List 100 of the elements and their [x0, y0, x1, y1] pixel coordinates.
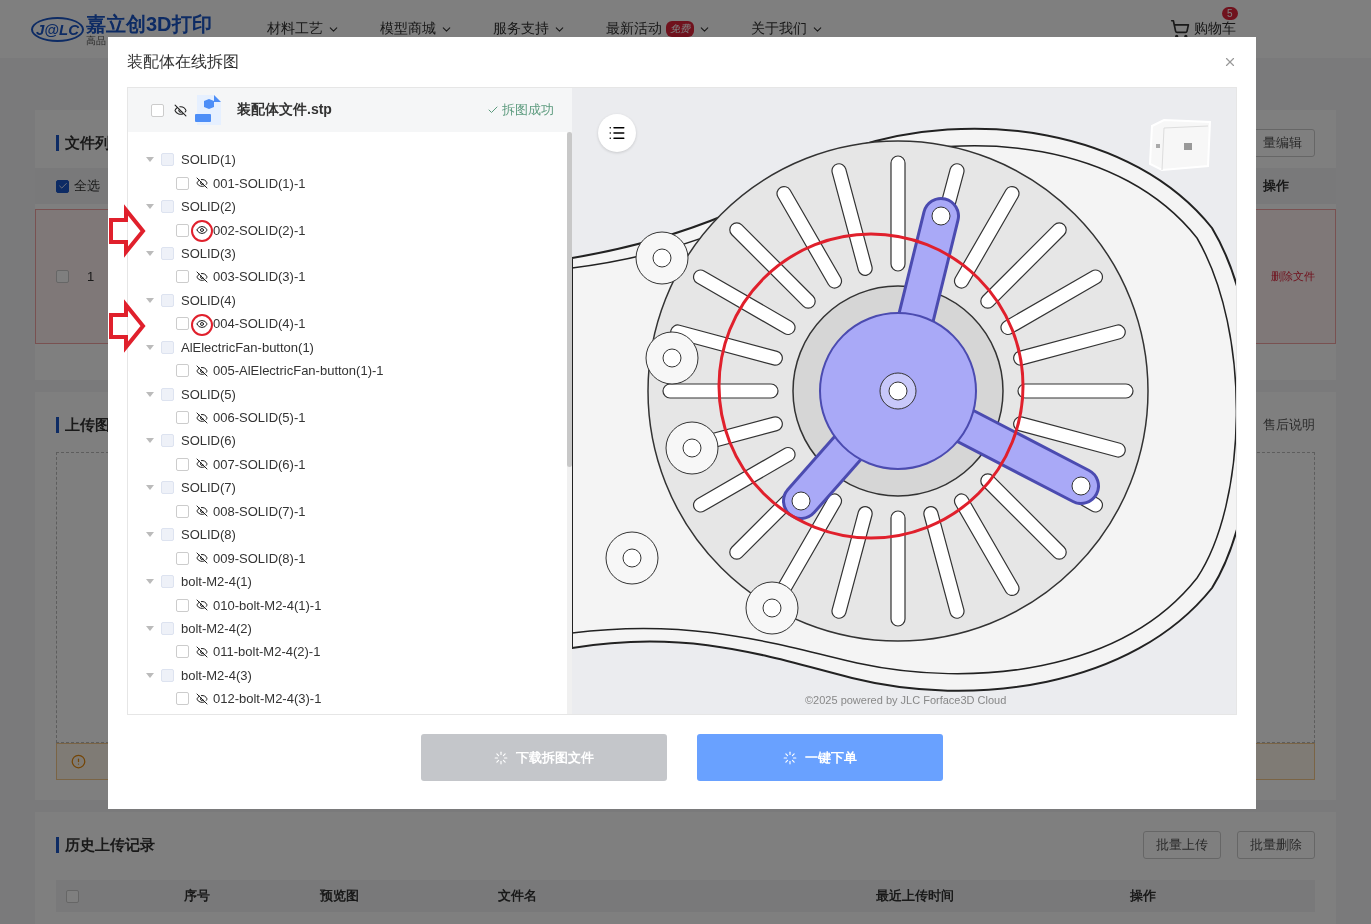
tree-group-label[interactable]: SOLID(3)	[181, 245, 236, 261]
menu-button[interactable]	[598, 114, 636, 152]
tree-group-label[interactable]: SOLID(2)	[181, 199, 236, 215]
nav-menu-item[interactable]: 模型商城	[380, 20, 453, 38]
tree-checkbox[interactable]	[176, 317, 189, 331]
warning-icon	[71, 753, 86, 769]
tree-group-label[interactable]: bolt-M2-4(3)	[181, 667, 252, 683]
nav-menu-item[interactable]: 关于我们	[751, 20, 824, 38]
tree-checkbox[interactable]	[161, 340, 174, 354]
nav-menu-item[interactable]: 服务支持	[493, 20, 566, 38]
eye-off-icon[interactable]	[196, 599, 208, 612]
tree-group-label[interactable]: bolt-M2-4(2)	[181, 620, 252, 636]
tree-checkbox[interactable]	[161, 153, 174, 167]
row-index: 1	[87, 269, 95, 284]
tree-checkbox[interactable]	[176, 551, 189, 565]
eye-off-icon[interactable]	[196, 177, 208, 190]
scrollbar-track[interactable]	[567, 132, 572, 714]
tree-checkbox[interactable]	[161, 528, 174, 542]
eye-off-icon[interactable]	[196, 505, 208, 518]
eye-off-icon[interactable]	[196, 364, 208, 377]
expand-caret-icon[interactable]	[146, 250, 154, 256]
tree-group-label[interactable]: SOLID(8)	[181, 527, 236, 543]
tree-checkbox[interactable]	[176, 176, 189, 190]
row-checkbox[interactable]	[56, 270, 69, 283]
expand-caret-icon[interactable]	[146, 344, 154, 350]
tree-checkbox[interactable]	[161, 246, 174, 260]
column-header: 操作	[1263, 177, 1289, 195]
file-name: 装配体文件.stp	[237, 101, 333, 119]
tree-item-label[interactable]: 011-bolt-M2-4(2)-1	[213, 644, 321, 660]
header-checkbox[interactable]	[66, 889, 79, 903]
tree-checkbox[interactable]	[161, 621, 174, 635]
tree-group-label[interactable]: AlElectricFan-button(1)	[181, 339, 314, 355]
tree-group-label[interactable]: SOLID(7)	[181, 480, 236, 496]
select-all-label: 全选	[74, 177, 100, 195]
tree-item-label[interactable]: 012-bolt-M2-4(3)-1	[213, 691, 322, 707]
tree-checkbox[interactable]	[161, 200, 174, 214]
expand-caret-icon[interactable]	[146, 157, 154, 163]
tree-group-label[interactable]: bolt-M2-4(1)	[181, 574, 252, 590]
column-header: 文件名	[498, 887, 538, 905]
expand-caret-icon[interactable]	[146, 297, 154, 303]
tree-checkbox[interactable]	[161, 434, 174, 448]
tree-checkbox[interactable]	[176, 457, 189, 471]
tree-checkbox[interactable]	[176, 223, 189, 237]
batch-action-button[interactable]: 批量删除	[1237, 831, 1315, 859]
tree-group-label[interactable]: SOLID(6)	[181, 433, 236, 449]
tree-checkbox[interactable]	[176, 411, 189, 425]
eye-off-icon[interactable]	[196, 692, 208, 705]
tree-item-label[interactable]: 009-SOLID(8)-1	[213, 550, 306, 566]
tree-group-label[interactable]: SOLID(4)	[181, 292, 236, 308]
expand-caret-icon[interactable]	[146, 438, 154, 444]
tree-checkbox[interactable]	[161, 293, 174, 307]
tree-checkbox[interactable]	[176, 504, 189, 518]
tree-checkbox[interactable]	[176, 692, 189, 706]
credit-text: ©2025 powered by JLC Forface3D Cloud	[805, 694, 1007, 706]
tree-item-label[interactable]: 007-SOLID(6)-1	[213, 456, 306, 472]
eye-off-icon[interactable]	[196, 411, 208, 424]
tree-item-label[interactable]: 010-bolt-M2-4(1)-1	[213, 597, 322, 613]
tree-item-label[interactable]: 008-SOLID(7)-1	[213, 503, 306, 519]
tree-checkbox[interactable]	[176, 270, 189, 284]
eye-off-icon[interactable]	[196, 270, 208, 283]
eye-icon[interactable]	[196, 224, 208, 237]
tree-item-label[interactable]: 003-SOLID(3)-1	[213, 269, 306, 285]
tree-checkbox[interactable]	[176, 598, 189, 612]
nav-menu-item[interactable]: 最新活动 免费	[606, 20, 711, 38]
expand-caret-icon[interactable]	[146, 204, 154, 210]
eye-off-icon[interactable]	[196, 552, 208, 565]
scrollbar-thumb[interactable]	[567, 132, 572, 467]
file-checkbox[interactable]	[151, 103, 164, 117]
tree-item-label[interactable]: 002-SOLID(2)-1	[213, 222, 306, 238]
tree-item-label[interactable]: 006-SOLID(5)-1	[213, 410, 306, 426]
eye-icon[interactable]	[196, 317, 208, 330]
tree-item-label[interactable]: 001-SOLID(1)-1	[213, 175, 306, 191]
expand-caret-icon[interactable]	[146, 672, 154, 678]
tree-checkbox[interactable]	[161, 481, 174, 495]
tree-checkbox[interactable]	[161, 575, 174, 589]
eye-off-icon[interactable]	[196, 458, 208, 471]
expand-caret-icon[interactable]	[146, 579, 154, 585]
nav-menu-item[interactable]: 材料工艺	[267, 20, 340, 38]
batch-action-button[interactable]: 批量上传	[1143, 831, 1221, 859]
tree-item-label[interactable]: 005-AlElectricFan-button(1)-1	[213, 363, 384, 379]
cart-count-badge: 5	[1222, 7, 1238, 20]
tree-checkbox[interactable]	[161, 668, 174, 682]
after-sales-link[interactable]: 售后说明	[1263, 415, 1315, 434]
tree-checkbox[interactable]	[176, 645, 189, 659]
close-button[interactable]	[1223, 55, 1237, 69]
expand-caret-icon[interactable]	[146, 485, 154, 491]
tree-group-label[interactable]: SOLID(1)	[181, 152, 236, 168]
eye-off-icon[interactable]	[196, 645, 208, 658]
tree-checkbox[interactable]	[176, 364, 189, 378]
tree-checkbox[interactable]	[161, 387, 174, 401]
annotation-arrow	[109, 204, 146, 258]
expand-caret-icon[interactable]	[146, 532, 154, 538]
eye-off-icon[interactable]	[174, 103, 187, 117]
select-all-checkbox[interactable]	[56, 179, 69, 193]
expand-caret-icon[interactable]	[146, 391, 154, 397]
tree-group-label[interactable]: SOLID(5)	[181, 386, 236, 402]
annotation-arrow	[109, 299, 146, 353]
cart-link[interactable]: 购物车	[1170, 19, 1236, 39]
tree-item-label[interactable]: 004-SOLID(4)-1	[213, 316, 306, 332]
expand-caret-icon[interactable]	[146, 625, 154, 631]
